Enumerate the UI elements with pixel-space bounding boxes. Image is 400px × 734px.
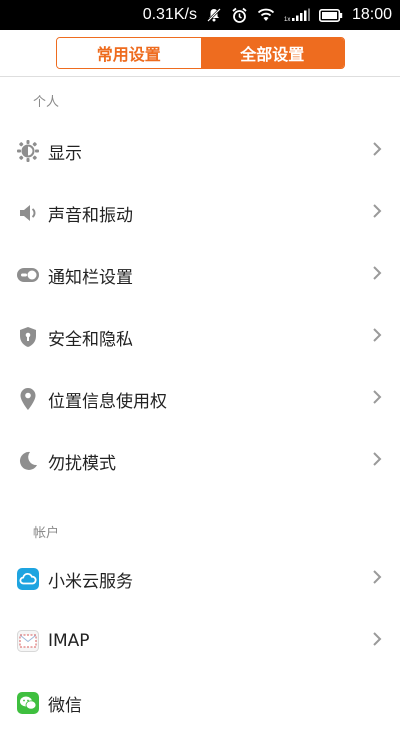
chevron-right-icon	[372, 327, 382, 347]
wifi-icon	[257, 8, 275, 22]
settings-item-location[interactable]: 位置信息使用权	[0, 368, 400, 430]
tab-all-settings[interactable]: 全部设置	[200, 38, 344, 68]
settings-item-label: 勿扰模式	[48, 453, 116, 474]
mail-icon	[17, 630, 39, 652]
alarm-icon	[231, 7, 248, 24]
sound-icon	[17, 202, 39, 224]
segmented-control: 常用设置 全部设置	[56, 37, 345, 69]
settings-item-label: 位置信息使用权	[48, 391, 167, 412]
settings-tab-bar: 常用设置 全部设置	[0, 30, 400, 77]
settings-item-label: 安全和隐私	[48, 329, 133, 350]
chevron-right-icon	[372, 203, 382, 223]
settings-item-label: 显示	[48, 143, 82, 164]
cloud-icon	[17, 568, 39, 590]
settings-list: 个人 显示 声音和振动 通知栏设置 安全和隐私 位置信息使用权 勿扰模式 帐户 …	[0, 78, 400, 734]
chevron-right-icon	[372, 569, 382, 589]
chevron-right-icon	[372, 141, 382, 161]
settings-item-label: 声音和振动	[48, 205, 133, 226]
settings-item-label: 通知栏设置	[48, 267, 133, 288]
chevron-right-icon	[372, 265, 382, 285]
section-header-personal: 个人	[33, 95, 60, 110]
brightness-icon	[17, 140, 39, 162]
toggle-icon	[17, 264, 39, 286]
settings-item-notification-bar[interactable]: 通知栏设置	[0, 244, 400, 306]
tab-common-settings[interactable]: 常用设置	[57, 38, 201, 68]
signal-icon: 1x	[284, 8, 310, 22]
shield-icon	[17, 326, 39, 348]
settings-item-label: 微信	[48, 695, 82, 716]
clock: 18:00	[351, 6, 392, 23]
chevron-right-icon	[372, 451, 382, 471]
section-header-account: 帐户	[33, 526, 60, 541]
status-bar: 0.31K/s 1x 18:00	[0, 0, 400, 30]
settings-item-imap[interactable]: IMAP	[0, 610, 400, 672]
notification-muted-icon	[206, 7, 222, 23]
settings-item-do-not-disturb[interactable]: 勿扰模式	[0, 430, 400, 492]
settings-item-mi-cloud[interactable]: 小米云服务	[0, 548, 400, 610]
network-speed: 0.31K/s	[142, 6, 197, 23]
chevron-right-icon	[372, 631, 382, 651]
settings-item-security[interactable]: 安全和隐私	[0, 306, 400, 368]
location-pin-icon	[17, 388, 39, 410]
moon-icon	[17, 450, 39, 472]
svg-text:1x: 1x	[284, 17, 290, 22]
settings-item-display[interactable]: 显示	[0, 120, 400, 182]
chevron-right-icon	[372, 389, 382, 409]
battery-icon	[318, 8, 343, 22]
settings-item-label: 小米云服务	[48, 571, 133, 592]
settings-item-wechat[interactable]: 微信	[0, 672, 400, 734]
settings-item-sound[interactable]: 声音和振动	[0, 182, 400, 244]
settings-item-label: IMAP	[48, 631, 90, 651]
